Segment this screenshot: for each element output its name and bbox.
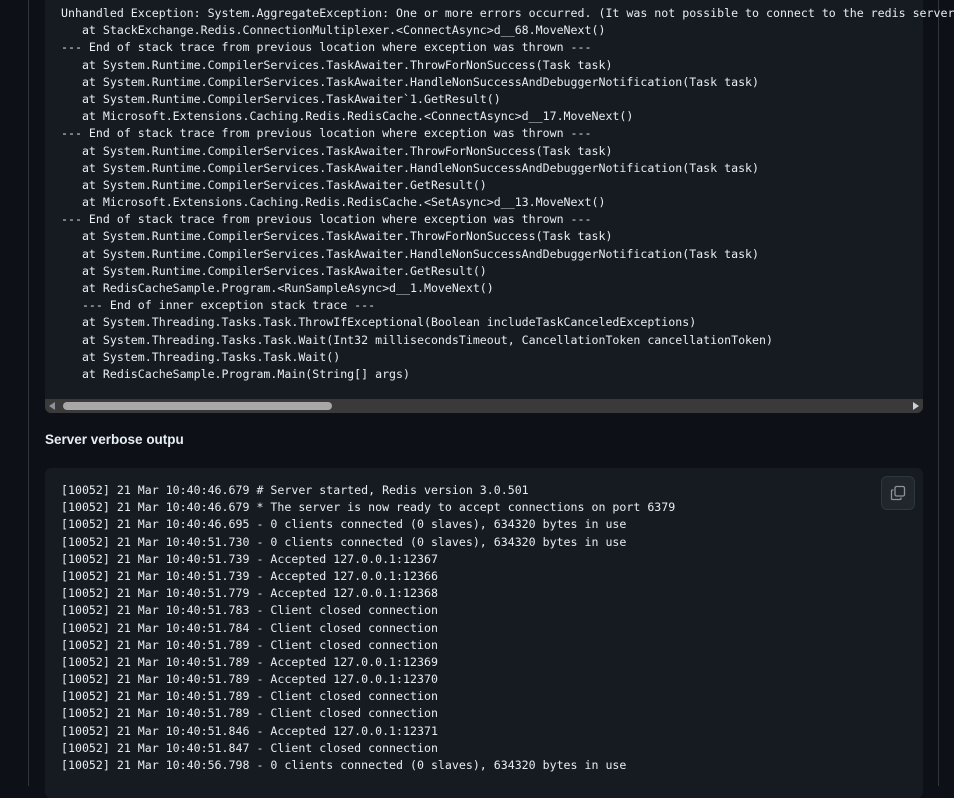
- log-line: [10052] 21 Mar 10:40:51.789 - Accepted 1…: [61, 672, 438, 687]
- copy-icon: [890, 485, 906, 501]
- code-line: --- End of stack trace from previous loc…: [61, 212, 592, 227]
- horizontal-scrollbar[interactable]: [45, 399, 923, 413]
- code-line: at System.Runtime.CompilerServices.TaskA…: [61, 246, 760, 261]
- code-line: at System.Threading.Tasks.Task.Wait(): [61, 349, 341, 364]
- code-line: at Microsoft.Extensions.Caching.Redis.Re…: [61, 195, 606, 210]
- code-line: at System.Runtime.CompilerServices.TaskA…: [61, 177, 487, 192]
- section-heading: Server verbose outpu: [45, 432, 184, 447]
- log-line: [10052] 21 Mar 10:40:51.730 - 0 clients …: [61, 534, 627, 549]
- log-line: [10052] 21 Mar 10:40:46.679 * The server…: [61, 500, 676, 515]
- scrollbar-thumb[interactable]: [63, 402, 332, 410]
- code-line: at System.Runtime.CompilerServices.TaskA…: [61, 263, 487, 278]
- log-line: [10052] 21 Mar 10:40:56.798 - 0 clients …: [61, 758, 627, 772]
- log-line: [10052] 21 Mar 10:40:51.739 - Accepted 1…: [61, 551, 438, 566]
- log-line: [10052] 21 Mar 10:40:51.779 - Accepted 1…: [61, 586, 438, 601]
- code-line: at RedisCacheSample.Program.<RunSampleAs…: [61, 281, 494, 295]
- code-line: at System.Threading.Tasks.Task.Wait(Int3…: [61, 332, 773, 347]
- log-line: [10052] 21 Mar 10:40:51.784 - Client clo…: [61, 620, 438, 635]
- log-line: [10052] 21 Mar 10:40:51.789 - Accepted 1…: [61, 654, 438, 669]
- log-line: [10052] 21 Mar 10:40:51.789 - Client clo…: [61, 706, 438, 721]
- triangle-right-icon[interactable]: [913, 402, 919, 410]
- log-line: [10052] 21 Mar 10:40:51.789 - Client clo…: [61, 689, 438, 704]
- code-line: at StackExchange.Redis.ConnectionMultipl…: [61, 23, 606, 38]
- log-line: [10052] 21 Mar 10:40:51.789 - Client clo…: [61, 637, 438, 652]
- log-line: [10052] 21 Mar 10:40:51.739 - Accepted 1…: [61, 568, 438, 583]
- code-line: at System.Runtime.CompilerServices.TaskA…: [61, 91, 501, 106]
- code-line: --- End of inner exception stack trace -…: [61, 298, 376, 313]
- code-line: at System.Runtime.CompilerServices.TaskA…: [61, 57, 613, 72]
- log-line: [10052] 21 Mar 10:40:51.847 - Client clo…: [61, 740, 438, 755]
- copy-button[interactable]: [881, 476, 915, 510]
- code-line: at System.Threading.Tasks.Task.ThrowIfEx…: [61, 315, 697, 330]
- code-line: at System.Runtime.CompilerServices.TaskA…: [61, 229, 613, 244]
- code-line: Unhandled Exception: System.AggregateExc…: [61, 6, 954, 20]
- exception-trace-text: Unhandled Exception: System.AggregateExc…: [61, 5, 954, 383]
- code-line: --- End of stack trace from previous loc…: [61, 126, 592, 141]
- triangle-left-icon[interactable]: [49, 402, 55, 410]
- log-line: [10052] 21 Mar 10:40:46.695 - 0 clients …: [61, 517, 627, 532]
- log-line: [10052] 21 Mar 10:40:51.846 - Accepted 1…: [61, 723, 438, 738]
- log-line: [10052] 21 Mar 10:40:51.783 - Client clo…: [61, 603, 438, 618]
- code-line: at System.Runtime.CompilerServices.TaskA…: [61, 143, 613, 158]
- code-line: --- End of stack trace from previous loc…: [61, 40, 592, 55]
- code-line: at System.Runtime.CompilerServices.TaskA…: [61, 74, 760, 89]
- code-line: at System.Runtime.CompilerServices.TaskA…: [61, 160, 760, 175]
- server-output-code-block: [10052] 21 Mar 10:40:46.679 # Server sta…: [45, 468, 923, 798]
- log-line: [10052] 21 Mar 10:40:46.679 # Server sta…: [61, 483, 529, 497]
- code-line: at RedisCacheSample.Program.Main(String[…: [61, 366, 411, 381]
- server-output-text: [10052] 21 Mar 10:40:46.679 # Server sta…: [61, 482, 675, 774]
- code-line: at Microsoft.Extensions.Caching.Redis.Re…: [61, 109, 634, 124]
- exception-trace-code-block: Unhandled Exception: System.AggregateExc…: [45, 0, 954, 413]
